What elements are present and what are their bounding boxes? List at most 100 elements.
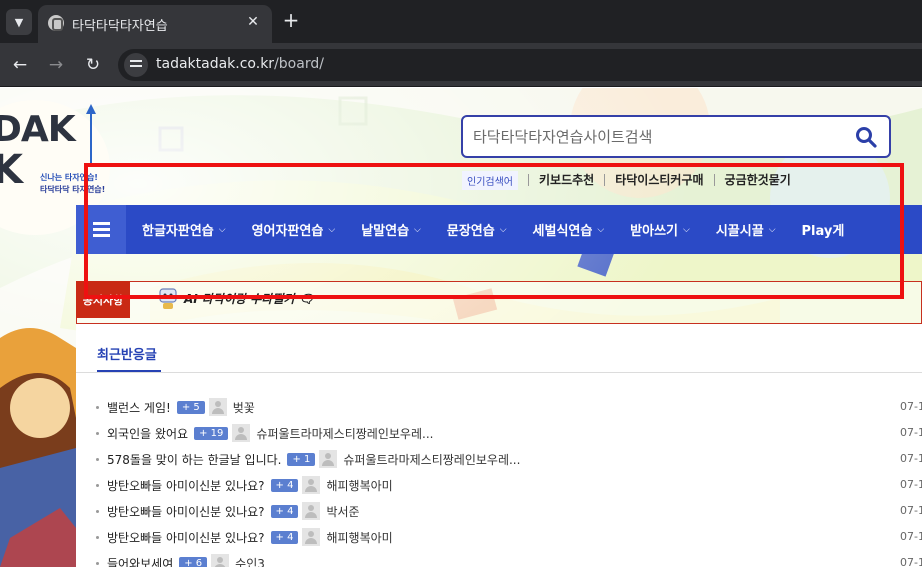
search-input[interactable]	[473, 126, 833, 148]
user-avatar-icon	[302, 502, 321, 520]
list-item[interactable]: 방탄오빠들 아미이신분 있나요? + 4 해피행복아미 07-1	[96, 472, 922, 498]
list-item[interactable]: 578돌을 맞이 하는 한글날 입니다. + 1 슈퍼울트라마제스티짱레인보우레…	[96, 446, 922, 472]
post-title[interactable]: 578돌을 맞이 하는 한글날 입니다.	[107, 451, 281, 468]
chevron-down-icon: ⌵	[218, 224, 226, 235]
tab-title: 타닥타닥타자연습	[72, 19, 168, 34]
chevron-down-icon: ⌵	[768, 224, 776, 235]
search-icon[interactable]	[855, 126, 877, 148]
post-author[interactable]: 슈퍼울트라마제스티짱레인보우레...	[343, 451, 520, 468]
post-list: 밸런스 게임! + 5 벚꽃 07-1 외국인을 왔어요 + 19 슈퍼울트라마…	[96, 394, 922, 567]
popular-search-item[interactable]: 타닥이스티커구매	[604, 174, 713, 186]
nav-item-dictation[interactable]: 받아쓰기 ⌵	[630, 220, 690, 239]
nav-item-word-practice[interactable]: 낱말연습 ⌵	[361, 220, 421, 239]
forward-arrow-icon[interactable]: →	[45, 54, 67, 76]
comment-count-badge: + 4	[270, 530, 299, 544]
browser-tab-strip: ▼ 타닥타닥타자연습 ✕ +	[0, 0, 922, 43]
nav-item-english-keyboard[interactable]: 영어자판연습 ⌵	[252, 220, 336, 239]
comment-count-badge: + 5	[176, 400, 205, 414]
nav-item-sentence-practice[interactable]: 문장연습 ⌵	[447, 220, 507, 239]
comment-count-badge: + 4	[270, 478, 299, 492]
comment-count-badge: + 1	[287, 452, 316, 466]
notice-badge[interactable]: 공지사항	[76, 281, 130, 318]
chevron-down-icon: ⌵	[499, 224, 507, 235]
web-page: DAK K 신나는 타자연습! 타닥타닥 타자연습! 인기검색어 키보드추천 타…	[0, 88, 922, 567]
bullet-icon	[96, 509, 99, 513]
nav-item-sebeolsik-practice[interactable]: 세벌식연습 ⌵	[533, 220, 605, 239]
tab-recent-reactions[interactable]: 최근반응글	[97, 344, 157, 363]
list-item[interactable]: 방탄오빠들 아미이신분 있나요? + 4 해피행복아미 07-1	[96, 524, 922, 550]
url-text[interactable]: tadaktadak.co.kr/board/	[156, 56, 324, 72]
chevron-down-icon: ⌵	[414, 224, 421, 235]
post-title[interactable]: 방탄오빠들 아미이신분 있나요?	[107, 477, 265, 494]
popular-search-item[interactable]: 키보드추천	[528, 174, 604, 186]
post-date: 07-1	[900, 556, 922, 567]
new-tab-button[interactable]: +	[280, 10, 302, 30]
mascot-icon	[159, 288, 177, 309]
post-title[interactable]: 외국인을 왔어요	[107, 425, 188, 442]
chevron-down-icon: ⌵	[328, 224, 336, 235]
post-date: 07-1	[900, 400, 922, 413]
divider	[76, 372, 922, 373]
post-date: 07-1	[900, 452, 922, 465]
popular-searches: 인기검색어 키보드추천 타닥이스티커구매 궁금한것묻기	[462, 170, 801, 190]
bullet-icon	[96, 561, 99, 565]
chevron-down-icon: ▼	[14, 15, 24, 29]
post-author[interactable]: 해피행복아미	[326, 529, 392, 546]
post-author[interactable]: 벚꽃	[233, 399, 255, 416]
bullet-icon	[96, 431, 99, 435]
post-date: 07-1	[900, 504, 922, 517]
close-tab-icon[interactable]: ✕	[244, 13, 262, 31]
post-date: 07-1	[900, 530, 922, 543]
back-arrow-icon[interactable]: ←	[9, 54, 31, 76]
nav-item-korean-keyboard[interactable]: 한글자판연습 ⌵	[142, 220, 226, 239]
post-author[interactable]: 슈퍼울트라마제스티짱레인보우레...	[256, 425, 433, 442]
browser-tab-active[interactable]: 타닥타닥타자연습 ✕	[38, 5, 272, 43]
bullet-icon	[96, 483, 99, 487]
post-date: 07-1	[900, 426, 922, 439]
popular-searches-label: 인기검색어	[462, 170, 518, 190]
comment-count-badge: + 4	[270, 504, 299, 518]
list-item[interactable]: 밸런스 게임! + 5 벚꽃 07-1	[96, 394, 922, 420]
recent-posts-panel: 최근반응글 밸런스 게임! + 5 벚꽃 07-1 외국인을 왔어요 + 19 …	[76, 324, 922, 567]
bullet-icon	[96, 405, 99, 409]
nav-item-play-games[interactable]: Play게	[802, 220, 845, 239]
list-item[interactable]: 들어와보세여 + 6 수인3 07-1	[96, 550, 922, 567]
site-info-icon[interactable]	[124, 53, 148, 77]
post-title[interactable]: 밸런스 게임!	[107, 399, 171, 416]
post-date: 07-1	[900, 478, 922, 491]
hamburger-menu-icon[interactable]	[76, 205, 126, 254]
reload-icon[interactable]: ↻	[82, 54, 104, 76]
user-avatar-icon	[319, 450, 338, 468]
address-bar[interactable]: tadaktadak.co.kr/board/	[118, 49, 922, 81]
user-avatar-icon	[211, 554, 230, 567]
site-search-box	[461, 115, 891, 158]
post-author[interactable]: 수인3	[235, 555, 265, 567]
list-item[interactable]: 외국인을 왔어요 + 19 슈퍼울트라마제스티짱레인보우레... 07-1	[96, 420, 922, 446]
comment-count-badge: + 19	[194, 426, 229, 440]
post-title[interactable]: 방탄오빠들 아미이신분 있나요?	[107, 529, 265, 546]
post-title[interactable]: 들어와보세여	[107, 555, 173, 567]
popular-search-item[interactable]: 궁금한것묻기	[713, 174, 801, 186]
logo-tagline: 신나는 타자연습! 타닥타닥 타자연습!	[40, 173, 106, 194]
chevron-down-icon: ⌵	[597, 224, 605, 235]
notice-bar: 공지사항 AI 타닥이랑 수다떨기 🗨	[76, 281, 922, 324]
chevron-down-icon: ⌵	[683, 224, 690, 235]
user-avatar-icon	[302, 476, 321, 494]
post-title[interactable]: 방탄오빠들 아미이신분 있나요?	[107, 503, 265, 520]
nav-item-community[interactable]: 시끌시끌 ⌵	[716, 220, 776, 239]
post-author[interactable]: 해피행복아미	[326, 477, 392, 494]
tab-search-button[interactable]: ▼	[6, 9, 32, 35]
bullet-icon	[96, 457, 99, 461]
logo-arrow-icon	[86, 104, 96, 164]
main-navigation: 한글자판연습 ⌵ 영어자판연습 ⌵ 낱말연습 ⌵ 문장연습 ⌵ 세벌식연습 ⌵ 받아쓰기 ⌵…	[76, 205, 922, 254]
user-avatar-icon	[302, 528, 321, 546]
user-avatar-icon	[208, 398, 227, 416]
post-author[interactable]: 박서준	[326, 503, 359, 520]
browser-toolbar: ← → ↻ tadaktadak.co.kr/board/	[0, 43, 922, 87]
bullet-icon	[96, 535, 99, 539]
user-avatar-icon	[232, 424, 251, 442]
notice-text[interactable]: AI 타닥이랑 수다떨기 🗨	[184, 290, 314, 307]
list-item[interactable]: 방탄오빠들 아미이신분 있나요? + 4 박서준 07-1	[96, 498, 922, 524]
site-favicon-icon	[48, 15, 64, 31]
comment-count-badge: + 6	[179, 556, 208, 567]
